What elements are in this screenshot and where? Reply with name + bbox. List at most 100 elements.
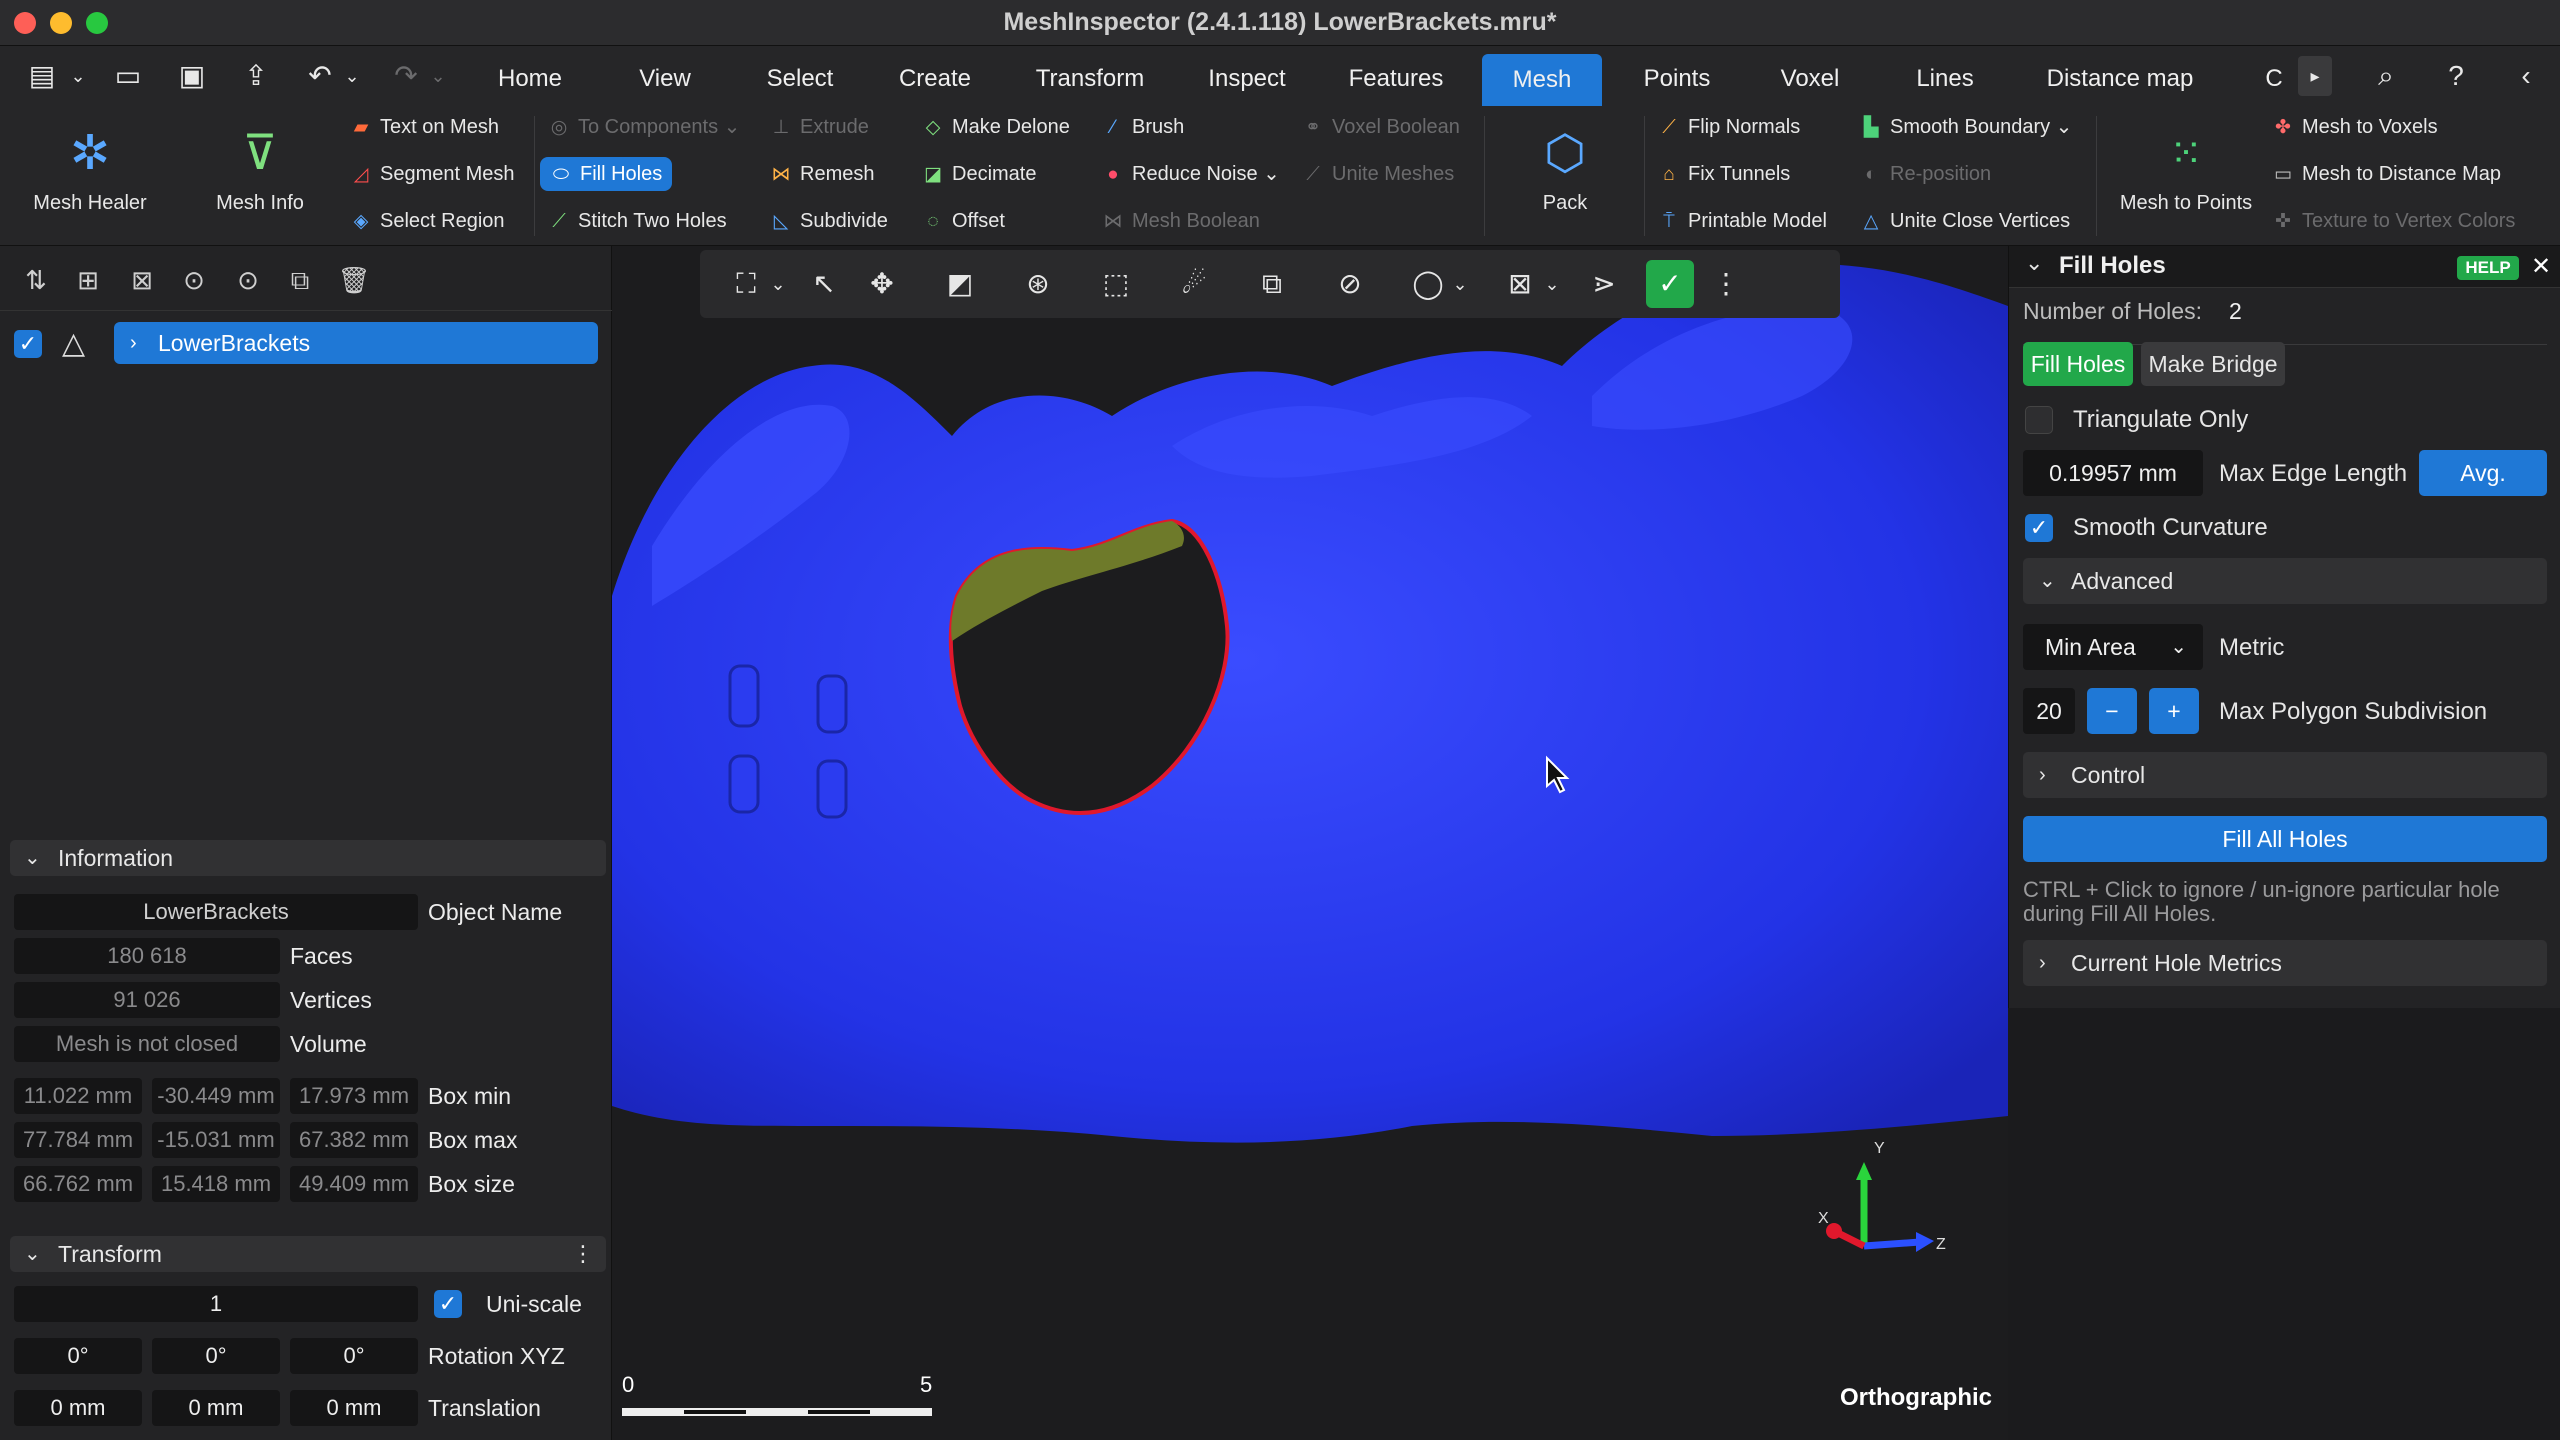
export-icon[interactable]: ⇪ <box>236 56 276 96</box>
object-visibility-checkbox[interactable]: ✓ <box>14 330 42 358</box>
remesh-button[interactable]: ⋈ Remesh <box>770 157 875 191</box>
menu-voxel[interactable]: Voxel <box>1765 46 1855 106</box>
brush-button[interactable]: ⁄ Brush <box>1102 110 1184 144</box>
clipping-plane-icon[interactable]: ⊘ <box>1330 264 1370 304</box>
select-cursor-icon[interactable]: ↖ <box>804 264 844 304</box>
menu-inspect[interactable]: Inspect <box>1195 46 1299 106</box>
make-delone-button[interactable]: ◇ Make Delone <box>922 110 1070 144</box>
menu-distance-map[interactable]: Distance map <box>2030 46 2210 106</box>
undo-history-chevron-icon[interactable]: ⌄ <box>332 56 372 96</box>
object-name-field[interactable]: LowerBrackets <box>14 894 418 930</box>
menu-mesh[interactable]: Mesh <box>1482 54 1602 106</box>
fill-all-holes-button[interactable]: Fill All Holes <box>2023 816 2547 862</box>
more-options-icon[interactable]: ⋮ <box>1706 264 1746 304</box>
menu-home[interactable]: Home <box>480 46 580 106</box>
max-polygon-subdivision-input[interactable]: 20 <box>2023 688 2075 734</box>
collapse-ribbon-icon[interactable]: ‹ <box>2506 56 2546 96</box>
chevron-down-icon[interactable]: ⌄ <box>58 56 98 96</box>
deselect-all-icon[interactable]: ⊠ <box>122 260 162 300</box>
move-up-icon[interactable]: ⊙ <box>174 260 214 300</box>
information-section-header[interactable]: ⌄ Information <box>10 840 606 876</box>
pack-button[interactable]: ⬡ Pack <box>1500 114 1630 238</box>
rotation-z-input[interactable]: 0° <box>290 1338 418 1374</box>
subdivide-button[interactable]: ◺ Subdivide <box>770 204 888 238</box>
more-options-icon[interactable]: ⋮ <box>572 1236 594 1272</box>
direction-icon[interactable]: ⋗ <box>1584 264 1624 304</box>
bounding-box-icon[interactable]: ⬚ <box>1096 264 1136 304</box>
translation-z-input[interactable]: 0 mm <box>290 1390 418 1426</box>
help-button[interactable]: HELP <box>2457 256 2519 280</box>
uni-scale-checkbox[interactable]: ✓ <box>434 1290 462 1318</box>
rotation-x-input[interactable]: 0° <box>14 1338 142 1374</box>
advanced-section-header[interactable]: ⌄ Advanced <box>2023 558 2547 604</box>
fill-holes-button[interactable]: ⬭ Fill Holes <box>540 157 673 191</box>
edit-mesh-icon[interactable]: ◩ <box>940 264 980 304</box>
mesh-to-distance-map-button[interactable]: ▭ Mesh to Distance Map <box>2272 157 2501 191</box>
rotation-y-input[interactable]: 0° <box>152 1338 280 1374</box>
to-components-button[interactable]: ◎ To Components ⌄ <box>548 110 741 144</box>
control-section-header[interactable]: › Control <box>2023 752 2547 798</box>
offset-button[interactable]: ◌ Offset <box>922 204 1005 238</box>
3d-viewport[interactable]: 0 5 Y X Z Orthographic <box>612 246 2008 1440</box>
flip-normals-button[interactable]: ⟋ Flip Normals <box>1658 110 1800 144</box>
avg-button[interactable]: Avg. <box>2419 450 2547 496</box>
redo-history-chevron-icon[interactable]: ⌄ <box>418 56 458 96</box>
lasso-chevron-icon[interactable]: ⌄ <box>1440 264 1480 304</box>
open-folder-icon[interactable]: ▭ <box>108 56 148 96</box>
menu-create[interactable]: Create <box>885 46 985 106</box>
flashlight-icon[interactable]: ☄ <box>1174 264 1214 304</box>
voxel-boolean-button[interactable]: ⚭ Voxel Boolean <box>1302 110 1460 144</box>
sort-icon[interactable]: ⇅ <box>16 260 56 300</box>
texture-to-vertex-colors-button[interactable]: ✜ Texture to Vertex Colors <box>2272 204 2515 238</box>
collapse-panel-icon[interactable]: ⌄ <box>2025 250 2043 276</box>
menu-scroll-icon[interactable]: ▸ <box>2298 56 2332 96</box>
deselect-chevron-icon[interactable]: ⌄ <box>1532 264 1572 304</box>
stitch-two-holes-button[interactable]: ⟋ Stitch Two Holes <box>548 204 726 238</box>
clone-icon[interactable]: ⧉ <box>1252 264 1292 304</box>
reposition-button[interactable]: ◐ Re-position <box>1860 157 1991 191</box>
select-region-button[interactable]: ◈ Select Region <box>350 204 505 238</box>
translation-x-input[interactable]: 0 mm <box>14 1390 142 1426</box>
mesh-to-voxels-button[interactable]: ✤ Mesh to Voxels <box>2272 110 2438 144</box>
unite-meshes-button[interactable]: ⟋ Unite Meshes <box>1302 157 1454 191</box>
mesh-to-points-button[interactable]: ⁙ Mesh to Points <box>2106 114 2266 238</box>
new-document-icon[interactable]: ▤ <box>22 56 62 96</box>
decimate-button[interactable]: ◪ Decimate <box>922 157 1036 191</box>
orbit-icon[interactable]: ⊛ <box>1018 264 1058 304</box>
menu-lines[interactable]: Lines <box>1900 46 1990 106</box>
mesh-boolean-button[interactable]: ⋈ Mesh Boolean <box>1102 204 1260 238</box>
increment-button[interactable]: + <box>2149 688 2199 734</box>
current-hole-metrics-header[interactable]: › Current Hole Metrics <box>2023 940 2547 986</box>
smooth-curvature-checkbox[interactable]: ✓ <box>2025 514 2053 542</box>
tab-fill-holes[interactable]: Fill Holes <box>2023 342 2133 386</box>
search-icon[interactable]: ⌕ <box>2366 56 2406 96</box>
tab-make-bridge[interactable]: Make Bridge <box>2141 342 2285 386</box>
close-icon[interactable]: ✕ <box>2531 252 2551 281</box>
mesh-healer-button[interactable]: ✲ Mesh Healer <box>20 114 160 238</box>
scale-input[interactable]: 1 <box>14 1286 418 1322</box>
extrude-button[interactable]: ⊥ Extrude <box>770 110 869 144</box>
trash-icon[interactable]: 🗑 <box>334 260 374 300</box>
menu-select[interactable]: Select <box>750 46 850 106</box>
text-on-mesh-button[interactable]: ▰ Text on Mesh <box>350 110 499 144</box>
select-all-icon[interactable]: ⊞ <box>68 260 108 300</box>
transform-section-header[interactable]: ⌄ Transform ⋮ <box>10 1236 606 1272</box>
unite-close-vertices-button[interactable]: △ Unite Close Vertices <box>1860 204 2070 238</box>
fix-tunnels-button[interactable]: ⌂ Fix Tunnels <box>1658 157 1790 191</box>
segment-mesh-button[interactable]: ◿ Segment Mesh <box>350 157 515 191</box>
smooth-boundary-button[interactable]: ▙ Smooth Boundary ⌄ <box>1860 110 2073 144</box>
max-edge-length-input[interactable]: 0.19957 mm <box>2023 450 2203 496</box>
active-tool-check-icon[interactable]: ✓ <box>1646 260 1694 308</box>
menu-features[interactable]: Features <box>1336 46 1456 106</box>
menu-transform[interactable]: Transform <box>1020 46 1160 106</box>
reduce-noise-button[interactable]: ● Reduce Noise ⌄ <box>1102 157 1280 191</box>
metric-dropdown[interactable]: Min Area ⌄ <box>2023 624 2203 670</box>
decrement-button[interactable]: − <box>2087 688 2137 734</box>
triangulate-only-checkbox[interactable] <box>2025 406 2053 434</box>
chevron-down-icon[interactable]: ⌄ <box>758 264 798 304</box>
mesh-info-button[interactable]: ⊽ Mesh Info <box>190 114 330 238</box>
scene-object-item[interactable]: › LowerBrackets <box>114 322 598 364</box>
save-icon[interactable]: ▣ <box>172 56 212 96</box>
menu-points[interactable]: Points <box>1632 46 1722 106</box>
menu-truncated-item[interactable]: C <box>2262 46 2286 106</box>
